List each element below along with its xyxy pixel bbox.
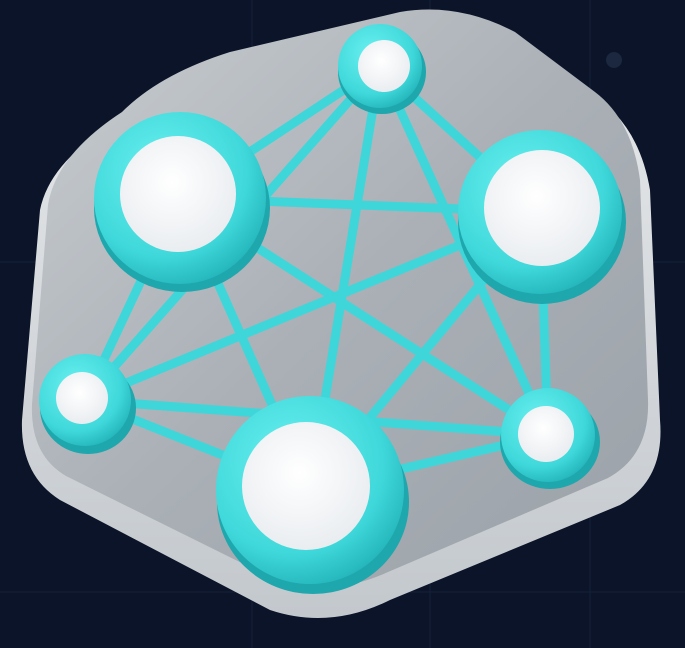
background-dot <box>606 52 622 68</box>
network-graph-illustration <box>0 0 685 648</box>
